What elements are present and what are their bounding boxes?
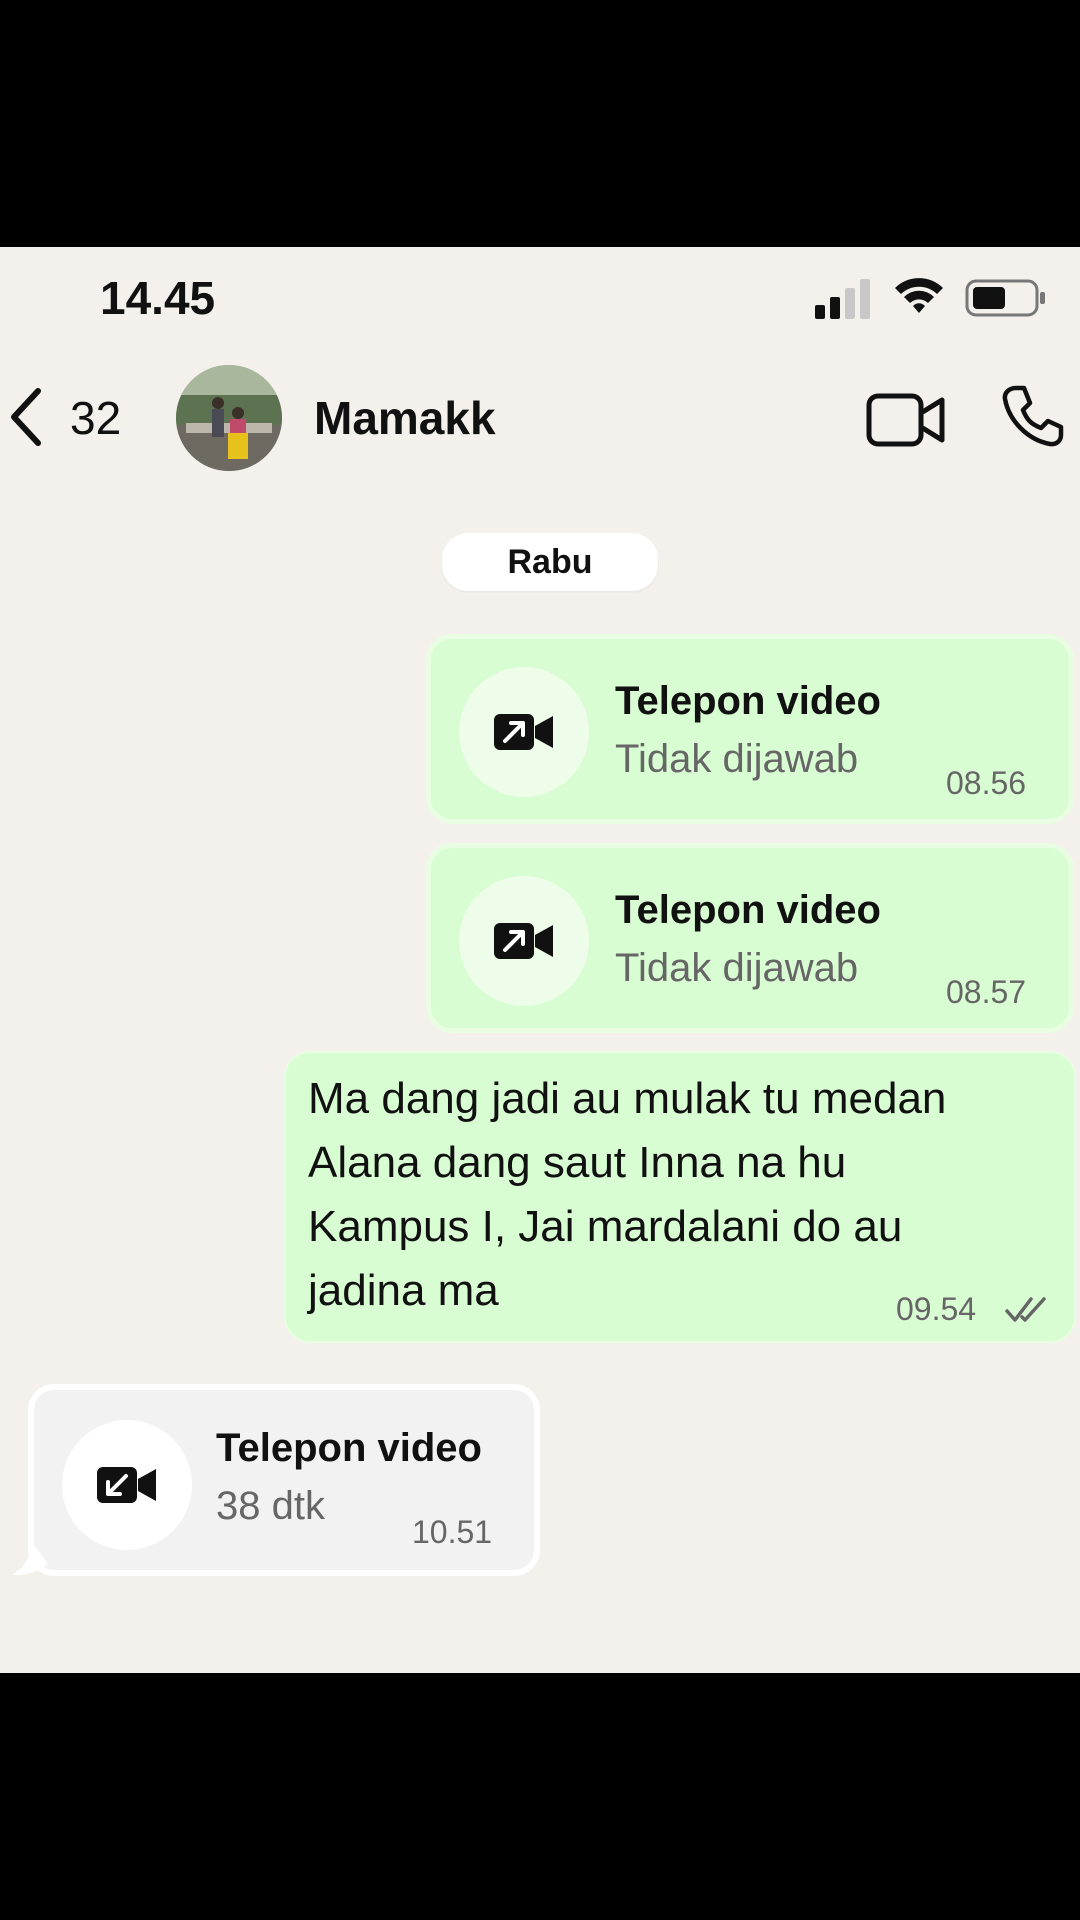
call-title: Telepon video (615, 679, 881, 723)
call-icon-circle (459, 667, 589, 797)
back-chevron-icon[interactable] (6, 385, 46, 449)
call-status: Tidak dijawab (615, 737, 859, 781)
incoming-video-call-icon (97, 1467, 156, 1503)
double-check-icon (1005, 1297, 1046, 1322)
message-line: Kampus I, Jai mardalani do au (308, 1202, 903, 1251)
outgoing-video-call-icon (494, 923, 553, 959)
battery-icon (965, 279, 1045, 317)
text-bubble-outgoing[interactable]: Ma dang jadi au mulak tu medan Alana dan… (284, 1051, 1076, 1343)
date-separator: Rabu (442, 533, 658, 591)
wifi-icon (895, 278, 943, 313)
message-line: Ma dang jadi au mulak tu medan (308, 1074, 947, 1123)
call-title: Telepon video (615, 888, 881, 932)
call-title: Telepon video (216, 1426, 482, 1470)
call-bubble-outgoing[interactable]: Telepon video Tidak dijawab 08.56 (426, 634, 1074, 824)
phone-call-icon[interactable] (1000, 383, 1066, 449)
outgoing-video-call-icon (494, 714, 553, 750)
call-status: Tidak dijawab (615, 946, 859, 990)
video-call-icon[interactable] (866, 391, 946, 449)
message-time: 10.51 (412, 1514, 493, 1550)
call-bubble-incoming[interactable]: Telepon video 38 dtk 10.51 (28, 1384, 540, 1576)
chat-header: 32 Mamakk (0, 347, 1080, 487)
message-line: Alana dang saut Inna na hu (308, 1138, 847, 1187)
contact-name[interactable]: Mamakk (314, 391, 496, 445)
call-duration: 38 dtk (216, 1484, 325, 1528)
signal-icon (815, 279, 870, 319)
chat-screen: 14.45 32 Mamakk Rabu Telepon video Tidak… (0, 247, 1080, 1673)
bubble-tail (12, 1542, 48, 1576)
message-text: Ma dang jadi au mulak tu medan Alana dan… (308, 1067, 1058, 1323)
status-time: 14.45 (100, 272, 216, 324)
contact-avatar[interactable] (176, 365, 282, 471)
message-time: 08.56 (946, 765, 1027, 801)
call-icon-circle (62, 1420, 192, 1550)
message-time: 08.57 (946, 974, 1027, 1010)
call-bubble-outgoing[interactable]: Telepon video Tidak dijawab 08.57 (426, 843, 1074, 1033)
message-time: 09.54 (896, 1291, 977, 1327)
call-icon-circle (459, 876, 589, 1006)
unread-count[interactable]: 32 (70, 391, 121, 445)
